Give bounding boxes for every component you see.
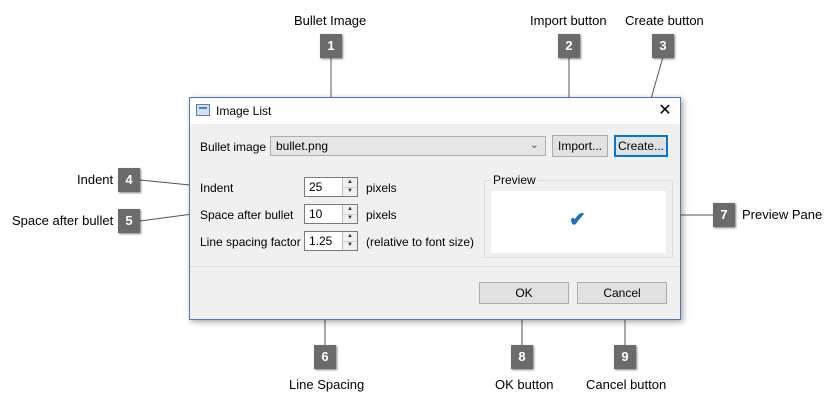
callout-badge-1: 1 [320, 34, 342, 58]
preview-title: Preview [491, 173, 538, 187]
callout-badge-3: 3 [652, 34, 674, 58]
callout-label-create-button: Create button [625, 13, 704, 28]
line-spacing-spin-buttons: ▲ ▼ [342, 232, 357, 250]
create-button[interactable]: Create... [614, 135, 668, 157]
callout-badge-2: 2 [558, 34, 580, 58]
spin-down-icon[interactable]: ▼ [343, 187, 357, 196]
cancel-button[interactable]: Cancel [577, 282, 667, 304]
callout-label-cancel-button: Cancel button [586, 377, 667, 392]
line-spacing-note: (relative to font size) [366, 235, 475, 249]
dialog-titlebar: Image List ✕ [190, 98, 680, 124]
callout-label-preview-pane: Preview Pane [742, 207, 823, 222]
indent-stepper[interactable]: 25 ▲ ▼ [304, 177, 358, 197]
indent-value: 25 [309, 180, 323, 194]
bullet-image-value: bullet.png [276, 139, 329, 153]
callout-label-bullet-image: Bullet Image [294, 13, 367, 28]
dialog-separator [190, 266, 680, 267]
window-icon [196, 104, 210, 116]
callout-badge-6: 6 [314, 345, 336, 369]
callout-label-import-button: Import button [530, 13, 607, 28]
dialog-title: Image List [216, 104, 272, 118]
callout-badge-7: 7 [713, 203, 735, 227]
checkmark-icon: ✔ [569, 209, 586, 231]
bullet-image-select[interactable]: bullet.png ⌄ [270, 136, 546, 156]
callout-badge-8: 8 [511, 345, 533, 369]
indent-label: Indent [200, 181, 234, 195]
space-after-bullet-value: 10 [309, 207, 323, 221]
space-after-bullet-label: Space after bullet [200, 208, 294, 222]
callout-label-indent: Indent [77, 172, 114, 187]
spin-down-icon[interactable]: ▼ [343, 241, 357, 250]
line-spacing-value: 1.25 [309, 234, 333, 248]
close-icon[interactable]: ✕ [657, 100, 673, 120]
callout-label-line-spacing: Line Spacing [289, 377, 365, 392]
import-button[interactable]: Import... [552, 135, 608, 157]
preview-pane: ✔ [491, 191, 666, 253]
callout-label-space-after-bullet: Space after bullet [12, 213, 114, 228]
chevron-down-icon: ⌄ [529, 139, 539, 151]
callout-badge-4: 4 [118, 168, 140, 192]
callout-label-ok-button: OK button [495, 377, 554, 392]
line-spacing-stepper[interactable]: 1.25 ▲ ▼ [304, 231, 358, 251]
callout-badge-5: 5 [118, 209, 140, 233]
bullet-image-label: Bullet image [200, 140, 267, 154]
indent-unit: pixels [366, 181, 397, 195]
space-after-bullet-unit: pixels [366, 208, 397, 222]
ok-button[interactable]: OK [479, 282, 569, 304]
screenshot-root: { "callouts": { "bullet_image": {"num": … [0, 0, 838, 408]
space-spin-buttons: ▲ ▼ [342, 205, 357, 223]
image-list-dialog: Image List ✕ Bullet image bullet.png ⌄ I… [189, 97, 681, 320]
indent-spin-buttons: ▲ ▼ [342, 178, 357, 196]
spin-down-icon[interactable]: ▼ [343, 214, 357, 223]
preview-group: Preview ✔ [484, 173, 673, 258]
line-spacing-label: Line spacing factor [200, 235, 301, 249]
space-after-bullet-stepper[interactable]: 10 ▲ ▼ [304, 204, 358, 224]
callout-badge-9: 9 [614, 345, 636, 369]
